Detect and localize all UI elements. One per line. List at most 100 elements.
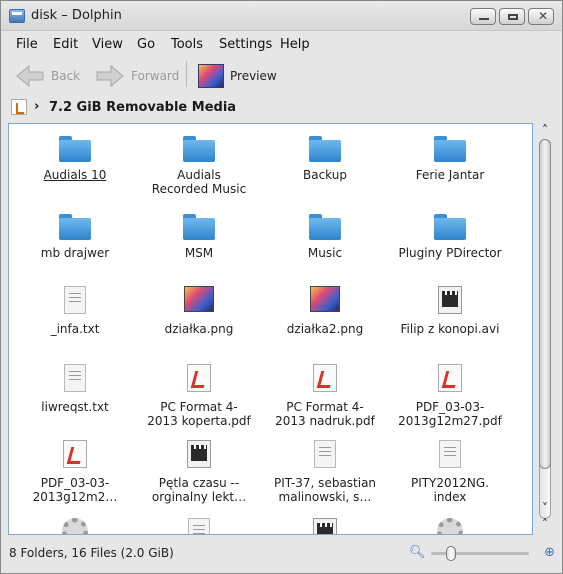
item-name: Audials 10: [43, 168, 107, 182]
item-name: Ferie Jantar: [415, 168, 485, 182]
text-file-icon: [64, 286, 86, 314]
item-name: _infa.txt: [50, 322, 100, 336]
folder-item[interactable]: Backup: [263, 132, 387, 182]
scroll-up-chevron-icon[interactable]: ˄: [538, 517, 552, 531]
file-item[interactable]: liwreqst.txt: [13, 364, 137, 414]
pdf-file-icon: [438, 364, 462, 392]
zoom-slider[interactable]: 🔍︎ ⊕: [409, 545, 555, 561]
title-bar[interactable]: disk – Dolphin ✕: [1, 1, 562, 31]
folder-icon: [309, 214, 341, 240]
menu-bar: File Edit View Go Tools Settings Help: [1, 32, 562, 55]
file-item[interactable]: działka.png: [137, 286, 261, 336]
minimize-icon: [479, 12, 489, 20]
preview-icon: [198, 64, 224, 88]
close-button[interactable]: ✕: [528, 8, 554, 25]
preview-button[interactable]: Preview: [198, 60, 277, 92]
folder-icon: [434, 214, 466, 240]
window-title: disk – Dolphin: [31, 8, 122, 23]
folder-item[interactable]: Music: [263, 210, 387, 260]
close-icon: ✕: [538, 9, 549, 23]
file-item[interactable]: [263, 518, 387, 534]
back-label: Back: [51, 69, 81, 83]
menu-go[interactable]: Go: [137, 37, 155, 52]
menu-view[interactable]: View: [92, 37, 123, 52]
folder-item[interactable]: Pluginy PDirector: [388, 210, 512, 260]
forward-button[interactable]: Forward: [95, 60, 179, 92]
preview-label: Preview: [230, 69, 277, 83]
chevron-right-icon[interactable]: ›: [34, 99, 39, 114]
pdf-file-icon: [313, 364, 337, 392]
folder-item[interactable]: MSM: [137, 210, 261, 260]
folder-icon: [59, 214, 91, 240]
item-name: mb drajwer: [40, 246, 110, 260]
breadcrumb-location[interactable]: 7.2 GiB Removable Media: [49, 100, 236, 115]
usb-drive-icon[interactable]: [11, 99, 27, 115]
menu-edit[interactable]: Edit: [53, 37, 78, 52]
zoom-out-icon[interactable]: 🔍︎: [409, 545, 426, 560]
item-name: PDF_03-03- 2013g12m27.pdf: [398, 400, 502, 428]
text-file-icon: [314, 440, 336, 468]
folder-icon: [309, 136, 341, 162]
vertical-scrollbar[interactable]: ˄ ˅ ˄: [536, 123, 554, 535]
forward-arrow-icon: [95, 64, 125, 88]
pdf-file-icon: [63, 440, 87, 468]
toolbar: Back Forward Preview: [1, 56, 562, 94]
item-name: Music: [307, 246, 343, 260]
item-name: Audials Recorded Music: [151, 168, 247, 196]
menu-tools[interactable]: Tools: [171, 37, 203, 52]
item-name: PC Format 4- 2013 koperta.pdf: [147, 400, 251, 428]
file-item[interactable]: PDF_03-03- 2013g12m2…: [13, 440, 137, 504]
forward-label: Forward: [131, 69, 180, 83]
folder-icon: [183, 214, 215, 240]
maximize-icon: [508, 14, 518, 20]
file-item[interactable]: [137, 518, 261, 534]
item-name: Filip z konopi.avi: [400, 322, 500, 336]
file-item[interactable]: _infa.txt: [13, 286, 137, 336]
folder-item[interactable]: Audials Recorded Music: [137, 132, 261, 196]
file-item[interactable]: Filip z konopi.avi: [388, 286, 512, 336]
folder-item[interactable]: mb drajwer: [13, 210, 137, 260]
minimize-button[interactable]: [470, 8, 496, 25]
zoom-in-icon[interactable]: ⊕: [544, 545, 555, 560]
menu-file[interactable]: File: [16, 37, 38, 52]
file-item[interactable]: PIT-37, sebastian malinowski, s…: [263, 440, 387, 504]
pdf-file-icon: [187, 364, 211, 392]
menu-help[interactable]: Help: [280, 37, 310, 52]
item-name: PDF_03-03- 2013g12m2…: [32, 476, 118, 504]
file-item[interactable]: PC Format 4- 2013 koperta.pdf: [137, 364, 261, 428]
toolbar-separator: [186, 61, 187, 87]
image-file-icon: [184, 286, 214, 312]
folder-item[interactable]: Ferie Jantar: [388, 132, 512, 182]
menu-settings[interactable]: Settings: [219, 37, 272, 52]
gear-file-icon: [62, 518, 88, 534]
item-name: MSM: [184, 246, 214, 260]
scroll-down-chevron-icon[interactable]: ˅: [538, 501, 552, 515]
file-item[interactable]: PC Format 4- 2013 nadruk.pdf: [263, 364, 387, 428]
video-file-icon: [438, 286, 462, 314]
back-button[interactable]: Back: [15, 60, 80, 92]
item-name: PITY2012NG. index: [410, 476, 490, 504]
file-item[interactable]: PITY2012NG. index: [388, 440, 512, 504]
zoom-handle[interactable]: [445, 546, 456, 561]
text-file-icon: [64, 364, 86, 392]
item-name: Backup: [303, 168, 347, 182]
status-text: 8 Folders, 16 Files (2.0 GiB): [9, 546, 174, 560]
scroll-up-icon[interactable]: ˄: [538, 123, 552, 137]
file-item[interactable]: PDF_03-03- 2013g12m27.pdf: [388, 364, 512, 428]
folder-item[interactable]: Audials 10: [13, 132, 137, 182]
maximize-button[interactable]: [499, 8, 525, 25]
video-file-icon: [187, 440, 211, 468]
dolphin-window: disk – Dolphin ✕ File Edit View Go Tools…: [0, 0, 563, 574]
breadcrumb: › 7.2 GiB Removable Media: [1, 97, 562, 119]
scroll-thumb[interactable]: [539, 139, 551, 469]
item-name: Pluginy PDirector: [398, 246, 502, 260]
item-name: liwreqst.txt: [41, 400, 109, 414]
file-item[interactable]: [13, 518, 137, 534]
file-view[interactable]: Audials 10 Audials Recorded Music Backup…: [8, 123, 533, 535]
file-item[interactable]: działka2.png: [263, 286, 387, 336]
folder-icon: [59, 136, 91, 162]
file-item[interactable]: [388, 518, 512, 534]
item-name: PIT-37, sebastian malinowski, s…: [273, 476, 377, 504]
file-item[interactable]: Pętla czasu -- orginalny lekt…: [137, 440, 261, 504]
item-name: PC Format 4- 2013 nadruk.pdf: [275, 400, 375, 428]
